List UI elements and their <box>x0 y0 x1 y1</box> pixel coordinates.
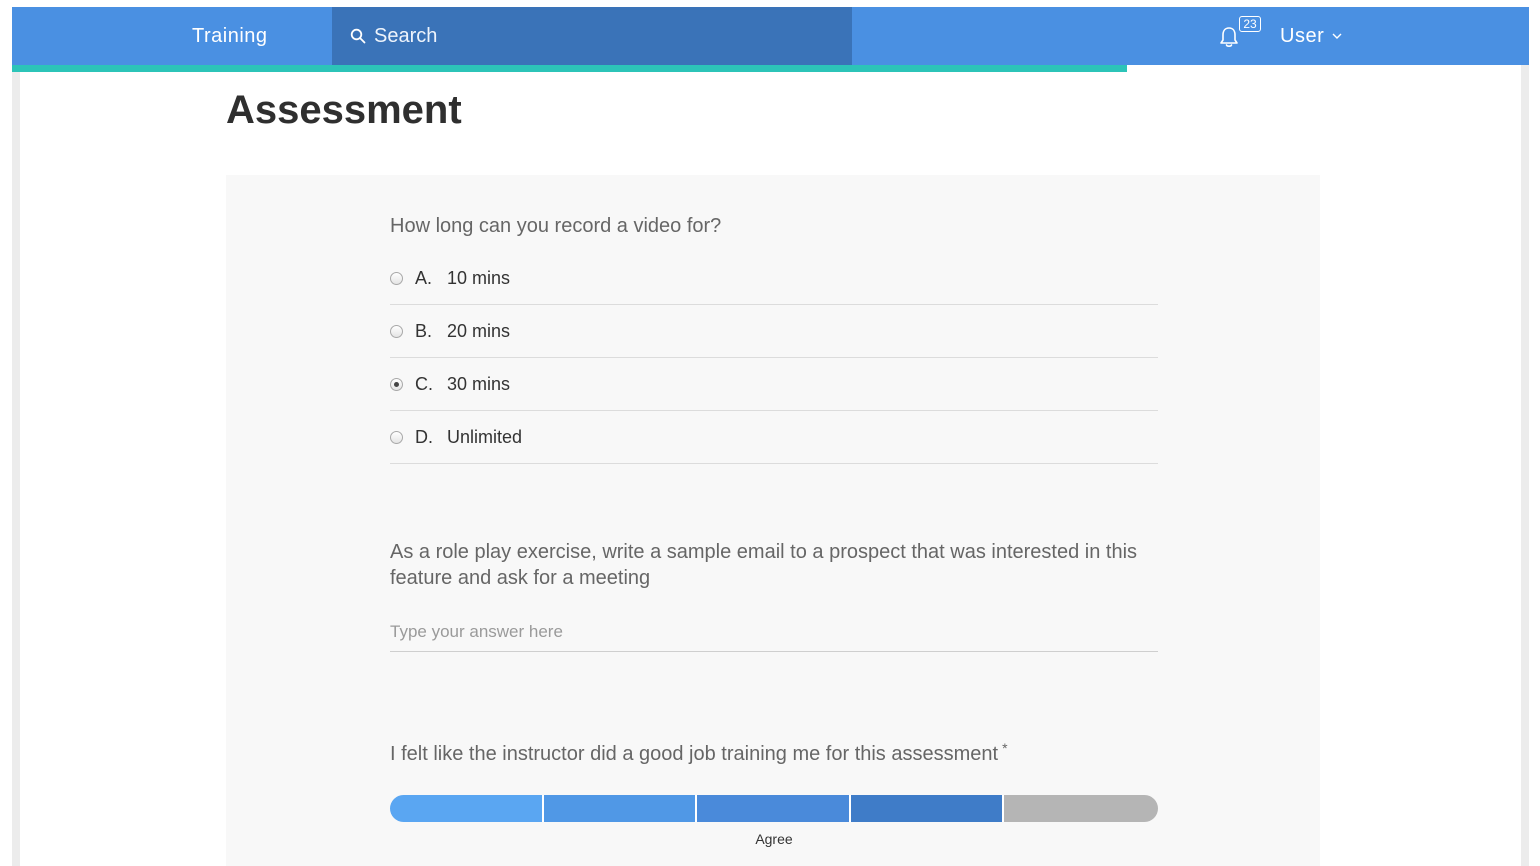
option-d[interactable]: D. Unlimited <box>390 411 1158 464</box>
assessment-card: How long can you record a video for? A. … <box>226 175 1320 866</box>
question-1-options: A. 10 mins B. 20 mins C. 30 mins D. Unli… <box>390 252 1158 464</box>
option-text: 20 mins <box>447 320 511 341</box>
agreement-scale[interactable] <box>390 795 1158 822</box>
page-title: Assessment <box>226 88 462 132</box>
scale-selected-label: Agree <box>755 831 793 847</box>
scale-segment-2[interactable] <box>543 795 698 822</box>
option-b[interactable]: B. 20 mins <box>390 305 1158 358</box>
option-a[interactable]: A. 10 mins <box>390 252 1158 305</box>
option-letter: C. <box>415 373 433 394</box>
user-label: User <box>1280 24 1325 47</box>
user-menu[interactable]: User <box>1280 7 1342 65</box>
radio-button[interactable] <box>390 377 403 391</box>
question-3-text: I felt like the instructor did a good jo… <box>390 743 999 765</box>
answer-input[interactable] <box>390 612 1158 652</box>
question-3-prompt: I felt like the instructor did a good jo… <box>390 740 1158 767</box>
option-text: 10 mins <box>447 267 511 288</box>
option-letter: D. <box>415 426 433 447</box>
option-text: Unlimited <box>447 426 523 447</box>
option-text: 30 mins <box>447 373 511 394</box>
scale-segment-4[interactable] <box>850 795 1005 822</box>
question-2-prompt: As a role play exercise, write a sample … <box>390 541 1138 589</box>
brand-link[interactable]: Training <box>192 7 268 65</box>
search-input[interactable] <box>374 24 814 48</box>
option-c[interactable]: C. 30 mins <box>390 358 1158 411</box>
scale-segment-1[interactable] <box>390 795 544 822</box>
option-letter: B. <box>415 320 433 341</box>
notification-badge: 23 <box>1239 16 1261 32</box>
scale-segment-3[interactable] <box>697 795 851 822</box>
top-navbar: Training 23 User <box>12 7 1529 65</box>
radio-button[interactable] <box>390 430 403 444</box>
scale-segment-5[interactable] <box>1004 795 1158 822</box>
radio-button[interactable] <box>390 271 403 285</box>
search-bar[interactable] <box>332 7 852 65</box>
search-icon <box>348 26 368 46</box>
progress-fill <box>12 65 1127 72</box>
option-letter: A. <box>415 267 433 288</box>
chevron-down-icon <box>1332 33 1342 40</box>
bell-icon[interactable] <box>1218 25 1240 49</box>
assessment-progress-bar <box>12 65 1529 72</box>
radio-button[interactable] <box>390 324 403 338</box>
question-1-prompt: How long can you record a video for? <box>390 215 722 237</box>
required-asterisk: * <box>1002 740 1008 756</box>
